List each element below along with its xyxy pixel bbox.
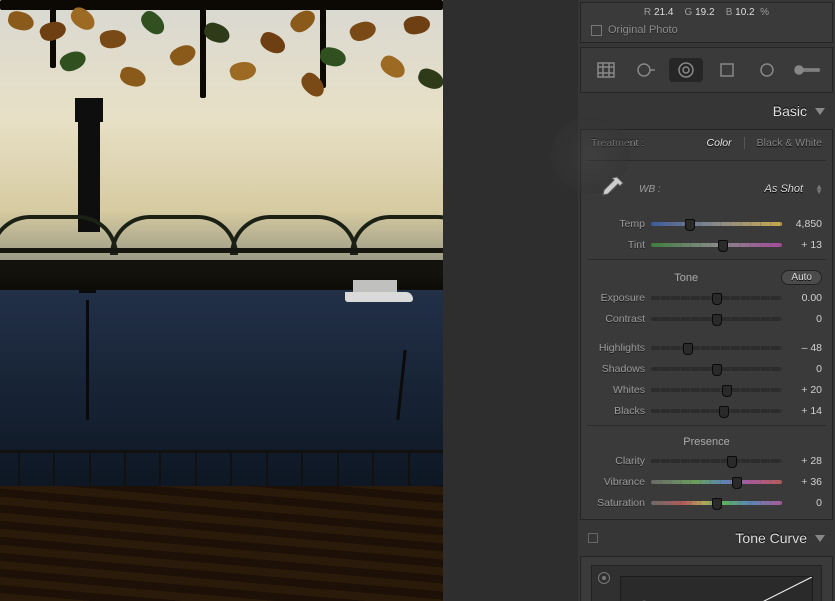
crop-tool-button[interactable] [589,58,623,82]
redeye-tool-button[interactable] [669,58,703,82]
temp-label: Temp [591,218,645,230]
whites-label: Whites [591,384,645,396]
saturation-slider[interactable] [651,501,782,505]
saturation-value[interactable]: 0 [788,497,822,509]
blacks-label: Blacks [591,405,645,417]
contrast-label: Contrast [591,313,645,325]
stepper-icon: ▲▼ [815,184,822,194]
contrast-slider[interactable] [651,317,782,321]
white-balance-eyedropper-button[interactable] [591,169,631,209]
shadows-label: Shadows [591,363,645,375]
targeted-adjustment-icon[interactable] [598,572,610,584]
temp-value[interactable]: 4,850 [788,218,822,230]
basic-section-header[interactable]: Basic [578,95,835,127]
spot-removal-button[interactable] [629,58,663,82]
whites-value[interactable]: + 20 [788,384,822,396]
clarity-label: Clarity [591,455,645,467]
treatment-color-button[interactable]: Color [707,137,732,149]
clarity-slider[interactable] [651,459,782,463]
shadows-slider[interactable] [651,367,782,371]
original-photo-toggle[interactable]: Original Photo [581,18,832,42]
saturation-label: Saturation [591,497,645,509]
treatment-label: Treatment : [591,137,644,149]
auto-tone-button[interactable]: Auto [781,270,822,285]
exposure-value[interactable]: 0.00 [788,292,822,304]
panel-switch-icon[interactable] [588,533,598,543]
blacks-value[interactable]: + 14 [788,405,822,417]
rgb-readout: R 21.4 G 19.2 B 10.2 % [581,3,832,18]
tint-label: Tint [591,239,645,251]
tone-curve-section-header[interactable]: Tone Curve [578,522,835,554]
checkbox-icon [591,25,602,36]
shadows-value[interactable]: 0 [788,363,822,375]
highlights-value[interactable]: – 48 [788,342,822,354]
whites-slider[interactable] [651,388,782,392]
blacks-slider[interactable] [651,409,782,413]
presence-subheader: Presence [591,436,822,448]
radial-filter-button[interactable] [750,58,784,82]
tint-value[interactable]: + 13 [788,239,822,251]
exposure-slider[interactable] [651,296,782,300]
adjustment-brush-button[interactable] [790,58,824,82]
canvas-background [443,0,578,601]
temp-slider[interactable] [651,222,782,226]
highlights-slider[interactable] [651,346,782,350]
treatment-bw-button[interactable]: Black & White [757,137,822,149]
tint-slider[interactable] [651,243,782,247]
vibrance-value[interactable]: + 36 [788,476,822,488]
graduated-filter-button[interactable] [710,58,744,82]
photo-preview[interactable]: /*generated leaves below as static*/ [0,0,443,601]
chevron-down-icon [815,535,825,542]
vibrance-label: Vibrance [591,476,645,488]
tone-curve-graph[interactable] [591,565,822,601]
develop-panel: R 21.4 G 19.2 B 10.2 % Original Photo [578,0,835,601]
vibrance-slider[interactable] [651,480,782,484]
chevron-down-icon [815,108,825,115]
clarity-value[interactable]: + 28 [788,455,822,467]
wb-preset-dropdown[interactable]: As Shot [765,183,804,195]
exposure-label: Exposure [591,292,645,304]
contrast-value[interactable]: 0 [788,313,822,325]
tone-subheader: Tone [591,272,781,284]
wb-label: WB : [639,184,661,195]
highlights-label: Highlights [591,342,645,354]
